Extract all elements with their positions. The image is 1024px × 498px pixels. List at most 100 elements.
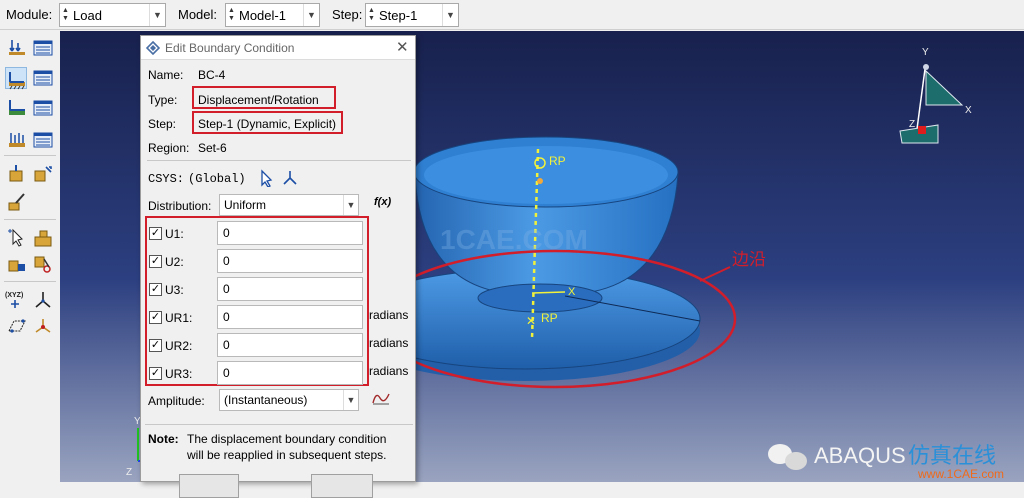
toolbox-divider xyxy=(4,281,56,282)
datum-plane-icon[interactable] xyxy=(6,315,28,337)
model-value: Model-1 xyxy=(239,8,286,23)
ur3-checkbox[interactable]: ✓ xyxy=(149,367,162,380)
step-label: Step: xyxy=(148,117,177,131)
distribution-select[interactable]: Uniform ▼ xyxy=(219,194,359,216)
spin-icon: ▲ ▼ xyxy=(62,7,69,22)
edit-special-icon[interactable] xyxy=(6,191,28,213)
bc-manager-icon[interactable] xyxy=(32,67,54,89)
type-label: Type: xyxy=(148,93,178,107)
ref-point-dot xyxy=(537,178,543,184)
model-label: Model: xyxy=(178,7,218,22)
edit-boundary-condition-dialog: Edit Boundary Condition ✕ Name: BC-4 Typ… xyxy=(140,35,416,498)
module-select[interactable]: ▲ ▼ Load ▼ xyxy=(59,3,166,27)
ur2-checkbox[interactable]: ✓ xyxy=(149,339,162,352)
local-x-label: X xyxy=(568,286,576,298)
create-special-icon[interactable] xyxy=(6,163,28,185)
ur1-label: UR1: xyxy=(165,311,193,325)
chevron-down-icon[interactable]: ▼ xyxy=(343,195,358,215)
module-value: Load xyxy=(73,8,102,23)
step-select[interactable]: ▲ ▼ Step-1 ▼ xyxy=(365,3,459,27)
triad-y-label: Y xyxy=(922,47,929,58)
region-label: Region: xyxy=(148,141,190,155)
create-amplitude-icon[interactable] xyxy=(372,390,390,406)
u3-input[interactable]: 0 xyxy=(217,277,363,301)
type-value: Displacement/Rotation xyxy=(198,93,319,107)
toolbox-divider xyxy=(4,219,56,220)
interaction-icon[interactable] xyxy=(32,227,54,249)
name-value: BC-4 xyxy=(198,68,226,82)
predefined-field-icon[interactable] xyxy=(6,97,28,119)
svg-text:(XYZ): (XYZ) xyxy=(5,292,23,299)
ur1-input[interactable]: 0 xyxy=(217,305,363,329)
ur3-unit: radians xyxy=(369,364,409,378)
step-value: Step-1 (Dynamic, Explicit) xyxy=(198,117,337,131)
select-csys-icon[interactable] xyxy=(259,169,275,187)
triad-z-label: Z xyxy=(909,119,915,130)
ur2-label: UR2: xyxy=(165,339,193,353)
triad-x-label: X xyxy=(965,105,972,116)
u3-label: U3: xyxy=(165,283,184,297)
ok-button[interactable] xyxy=(179,474,239,498)
region-value: Set-6 xyxy=(198,141,227,155)
u1-input[interactable]: 0 xyxy=(217,221,363,245)
u2-input[interactable]: 0 xyxy=(217,249,363,273)
loadcase-manager-icon[interactable] xyxy=(32,129,54,151)
ur2-unit: radians xyxy=(369,336,409,350)
cut-partition-icon[interactable] xyxy=(32,253,54,275)
local-x-axis xyxy=(531,291,566,294)
load-case-icon[interactable] xyxy=(6,129,28,151)
ur1-checkbox[interactable]: ✓ xyxy=(149,311,162,324)
u2-label: U2: xyxy=(165,255,184,269)
dialog-titlebar[interactable]: Edit Boundary Condition ✕ xyxy=(141,36,415,60)
context-bar: Module: ▲ ▼ Load ▼ Model: ▲ ▼ Model-1 ▼ St… xyxy=(0,0,1024,30)
amplitude-label: Amplitude: xyxy=(148,394,205,408)
chevron-down-icon[interactable]: ▼ xyxy=(442,4,458,26)
chevron-down-icon[interactable]: ▼ xyxy=(149,4,165,26)
bc-create-icon[interactable] xyxy=(5,67,27,90)
model-select[interactable]: ▲ ▼ Model-1 ▼ xyxy=(225,3,320,27)
note-label: Note: xyxy=(148,432,179,446)
csys-value: (Global) xyxy=(188,172,246,186)
special-manager-icon[interactable] xyxy=(32,163,54,185)
watermark-url: www.1CAE.com xyxy=(917,467,1004,481)
datum-axes-icon[interactable] xyxy=(32,289,54,311)
ur3-label: UR3: xyxy=(165,367,193,381)
datum-csys-icon[interactable] xyxy=(282,169,298,187)
datum-point-icon[interactable] xyxy=(32,315,54,337)
distribution-label: Distribution: xyxy=(148,199,212,213)
load-create-icon[interactable] xyxy=(6,37,28,59)
ref-point-bottom-label: RP xyxy=(541,311,558,325)
ur3-input[interactable]: 0 xyxy=(217,361,363,385)
divider xyxy=(147,160,411,161)
u2-checkbox[interactable]: ✓ xyxy=(149,255,162,268)
toolbox: (XYZ) xyxy=(0,31,60,482)
field-manager-icon[interactable] xyxy=(32,97,54,119)
note-line-2: will be reapplied in subsequent steps. xyxy=(187,448,387,462)
close-icon[interactable]: ✕ xyxy=(396,38,409,56)
load-manager-icon[interactable] xyxy=(32,37,54,59)
ur2-input[interactable]: 0 xyxy=(217,333,363,357)
amplitude-select[interactable]: (Instantaneous) ▼ xyxy=(219,389,359,411)
u3-checkbox[interactable]: ✓ xyxy=(149,283,162,296)
datum-csys-icon[interactable]: (XYZ) xyxy=(4,289,26,311)
u1-label: U1: xyxy=(165,227,184,241)
cancel-button[interactable] xyxy=(311,474,373,498)
global-z-label: Z xyxy=(126,467,132,478)
chevron-down-icon[interactable]: ▼ xyxy=(343,390,358,410)
cup-inner xyxy=(424,146,668,204)
name-label: Name: xyxy=(148,68,184,82)
watermark-cn: 仿真在线 xyxy=(908,444,996,469)
abaqus-logo-icon xyxy=(146,41,160,55)
ref-point-top-label: RP xyxy=(549,154,566,168)
create-expression-button[interactable]: f(x) xyxy=(374,196,391,208)
amplitude-value: (Instantaneous) xyxy=(224,393,308,407)
distribution-value: Uniform xyxy=(224,198,267,212)
u1-checkbox[interactable]: ✓ xyxy=(149,227,162,240)
chevron-down-icon[interactable]: ▼ xyxy=(303,4,319,26)
divider xyxy=(145,424,413,425)
watermark-center: 1CAE.COM xyxy=(440,224,588,255)
ur1-unit: radians xyxy=(369,308,409,322)
spin-icon: ▲ ▼ xyxy=(368,7,375,22)
constraint-icon[interactable] xyxy=(6,253,28,275)
query-cursor-icon[interactable] xyxy=(6,227,28,249)
